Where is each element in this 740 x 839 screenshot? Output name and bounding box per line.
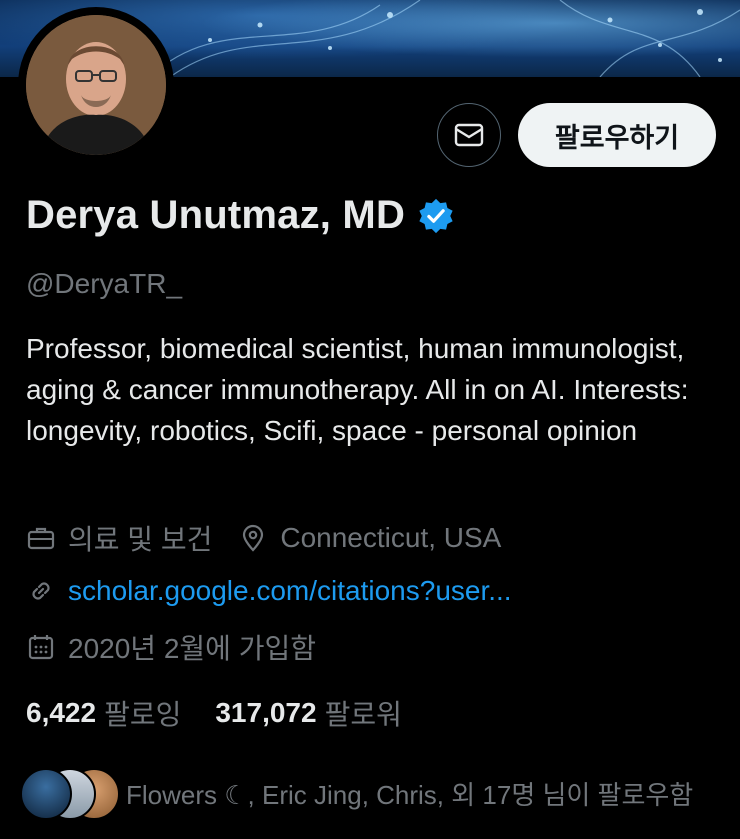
website-item[interactable]: scholar.google.com/citations?user... xyxy=(26,575,512,607)
profile-joined-row: 2020년 2월에 가입함 xyxy=(26,627,316,667)
briefcase-icon xyxy=(27,527,55,550)
follow-counts: 6,422 팔로잉 317,072 팔로워 xyxy=(26,693,402,733)
verified-badge-icon[interactable] xyxy=(417,197,455,235)
followers-count-link[interactable]: 317,072 팔로워 xyxy=(215,693,402,733)
profile-link-row: scholar.google.com/citations?user... xyxy=(26,575,512,607)
followed-by-text: Flowers ☾, Eric Jing, Chris, 외 17명 님이 팔로… xyxy=(126,779,694,810)
followers-count: 317,072 xyxy=(215,697,317,728)
profile-bio: Professor, biomedical scientist, human i… xyxy=(26,333,689,446)
calendar-icon xyxy=(28,635,54,660)
link-icon xyxy=(32,582,50,600)
location-item: Connecticut, USA xyxy=(238,522,501,554)
profile-meta-row: 의료 및 보건 Connecticut, USA xyxy=(26,518,501,558)
category-item: 의료 및 보건 xyxy=(26,518,212,558)
following-count: 6,422 xyxy=(26,697,97,728)
followed-by-row[interactable]: Flowers ☾, Eric Jing, Chris, 외 17명 님이 팔로… xyxy=(20,768,694,820)
envelope-icon xyxy=(454,123,484,147)
followers-label: 팔로워 xyxy=(324,699,402,730)
follow-button[interactable]: 팔로우하기 xyxy=(518,103,716,167)
message-button[interactable] xyxy=(437,103,501,167)
location-text: Connecticut, USA xyxy=(280,522,502,553)
following-label: 팔로잉 xyxy=(104,699,182,730)
location-pin-icon xyxy=(243,524,264,552)
joined-text: 2020년 2월에 가입함 xyxy=(68,633,316,664)
website-link[interactable]: scholar.google.com/citations?user... xyxy=(68,575,512,607)
category-text: 의료 및 보건 xyxy=(68,524,213,555)
follower-avatar xyxy=(20,768,72,820)
follower-avatars xyxy=(20,768,120,820)
profile-name: Derya Unutmaz, MD xyxy=(26,193,406,237)
following-count-link[interactable]: 6,422 팔로잉 xyxy=(26,693,181,733)
joined-item: 2020년 2월에 가입함 xyxy=(26,627,316,667)
profile-name-row: Derya Unutmaz, MD xyxy=(26,193,455,238)
profile-avatar[interactable] xyxy=(18,7,174,163)
profile-handle: @DeryaTR_ xyxy=(26,268,183,299)
